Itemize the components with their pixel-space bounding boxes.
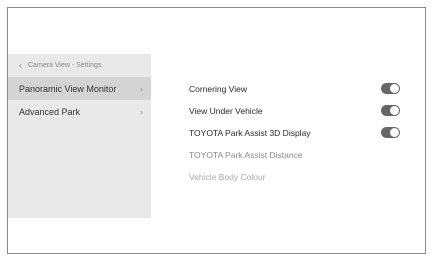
toggle-knob [390,106,399,115]
setting-label: View Under Vehicle [189,106,263,116]
chevron-left-icon: ‹ [19,60,22,70]
setting-label: TOYOTA Park Assist 3D Display [189,128,311,138]
breadcrumb-label: Camera View - Settings [28,62,102,69]
toggle-knob [390,84,399,93]
chevron-right-icon: › [140,83,143,94]
view-under-vehicle-toggle[interactable] [381,105,400,116]
setting-label: Vehicle Body Colour [189,172,266,182]
breadcrumb[interactable]: ‹ Camera View - Settings [8,54,151,77]
setting-row-park-assist-distance[interactable]: TOYOTA Park Assist Distance [189,144,409,166]
setting-label: TOYOTA Park Assist Distance [189,150,303,160]
sidebar-item-label: Panoramic View Monitor [19,83,117,94]
chevron-right-icon: › [140,106,143,117]
setting-row-vehicle-body-colour[interactable]: Vehicle Body Colour [189,166,409,188]
setting-row-cornering-view[interactable]: Cornering View [189,78,409,100]
sidebar: ‹ Camera View - Settings Panoramic View … [8,54,151,218]
sidebar-item-panoramic-view-monitor[interactable]: Panoramic View Monitor › [8,77,151,100]
sidebar-item-advanced-park[interactable]: Advanced Park › [8,100,151,123]
setting-row-park-assist-3d-display[interactable]: TOYOTA Park Assist 3D Display [189,122,409,144]
toggle-knob [390,128,399,137]
settings-list: Cornering View View Under Vehicle TOYOTA… [189,78,409,188]
setting-row-view-under-vehicle[interactable]: View Under Vehicle [189,100,409,122]
cornering-view-toggle[interactable] [381,83,400,94]
settings-screen: ‹ Camera View - Settings Panoramic View … [7,7,426,254]
sidebar-item-label: Advanced Park [19,106,81,117]
park-assist-3d-display-toggle[interactable] [381,127,400,138]
setting-label: Cornering View [189,84,247,94]
